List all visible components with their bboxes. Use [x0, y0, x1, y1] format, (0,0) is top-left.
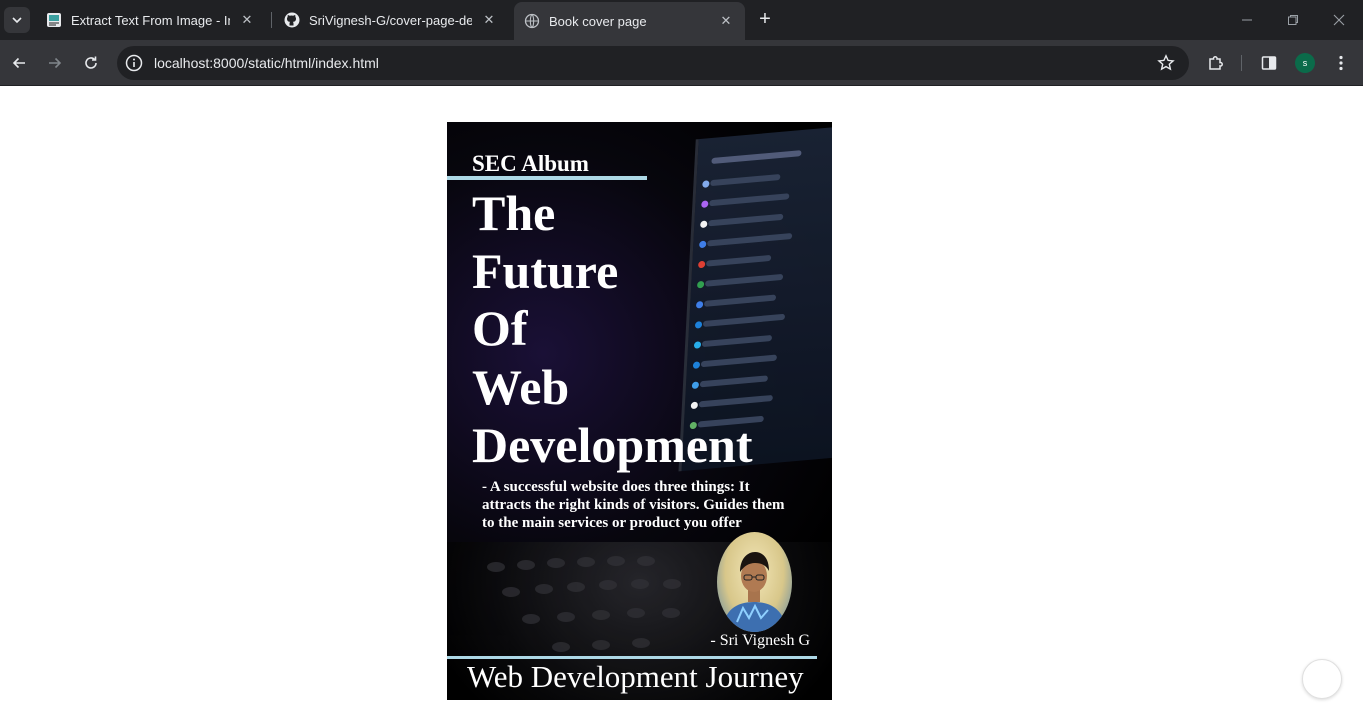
- tab-strip: Extract Text From Image - Image ✕ SriVig…: [0, 0, 1363, 40]
- tab-book-cover[interactable]: Book cover page ✕: [514, 2, 745, 40]
- back-arrow-icon: [12, 57, 25, 69]
- puzzle-icon: [1209, 56, 1223, 70]
- cover-title-line: The: [472, 185, 556, 241]
- tab-title: Extract Text From Image - Image: [71, 12, 230, 28]
- image-to-text-icon: [46, 12, 62, 28]
- tab-extract-text[interactable]: Extract Text From Image - Image ✕: [36, 0, 266, 40]
- restore-button[interactable]: [1270, 0, 1316, 40]
- minimize-button[interactable]: [1224, 0, 1270, 40]
- new-tab-button[interactable]: +: [753, 8, 777, 32]
- reload-icon: [85, 56, 97, 69]
- cover-footer-title: Web Development Journey: [467, 659, 804, 694]
- close-window-button[interactable]: [1316, 0, 1362, 40]
- tab-divider: [271, 12, 272, 28]
- close-icon[interactable]: ✕: [480, 11, 498, 29]
- forward-arrow-icon: [49, 57, 62, 69]
- side-panel-button[interactable]: [1258, 52, 1280, 74]
- cover-title-line: Web: [472, 359, 570, 415]
- quote-line: to the main services or product you offe…: [482, 515, 742, 531]
- minimize-icon: [1242, 19, 1252, 21]
- plus-icon: +: [759, 8, 771, 30]
- cover-title-line: Future: [472, 243, 619, 299]
- page-viewport: SEC Album The Future Of Web Development …: [0, 87, 1363, 720]
- more-vertical-icon: [1339, 55, 1343, 71]
- back-button[interactable]: [5, 49, 33, 77]
- restore-icon: [1288, 15, 1298, 25]
- floating-action-button[interactable]: [1302, 659, 1342, 699]
- cover-title-line: Development: [472, 417, 753, 473]
- album-underline: [447, 176, 647, 180]
- github-icon: [284, 12, 300, 28]
- cover-quote: - A successful website does three things…: [482, 478, 817, 532]
- close-icon[interactable]: ✕: [238, 11, 256, 29]
- forward-button[interactable]: [41, 49, 69, 77]
- album-label: SEC Album: [472, 151, 589, 176]
- person-portrait-icon: [722, 552, 787, 632]
- close-icon[interactable]: ✕: [717, 12, 735, 30]
- address-bar[interactable]: localhost:8000/static/html/index.html: [117, 46, 1189, 80]
- reload-button[interactable]: [77, 49, 105, 77]
- cover-title-line: Of: [472, 300, 528, 356]
- quote-line: - A successful website does three things…: [482, 479, 750, 495]
- author-name: - Sri Vignesh G: [710, 632, 810, 649]
- quote-line: attracts the right kinds of visitors. Gu…: [482, 497, 785, 513]
- site-info-icon[interactable]: [125, 54, 143, 72]
- tab-github[interactable]: SriVignesh-G/cover-page-design ✕: [274, 0, 508, 40]
- tab-search-button[interactable]: [4, 7, 30, 33]
- bookmark-star-icon[interactable]: [1157, 54, 1175, 72]
- browser-toolbar: localhost:8000/static/html/index.html: [0, 40, 1363, 86]
- menu-button[interactable]: [1330, 52, 1352, 74]
- side-panel-icon: [1261, 56, 1277, 70]
- toolbar-divider: [1241, 55, 1242, 71]
- close-icon: [1333, 14, 1345, 26]
- extensions-button[interactable]: [1205, 52, 1227, 74]
- globe-icon: [524, 13, 540, 29]
- tab-title: Book cover page: [549, 13, 647, 29]
- chevron-down-icon: [12, 17, 22, 24]
- url-text[interactable]: localhost:8000/static/html/index.html: [154, 46, 379, 80]
- book-cover: SEC Album The Future Of Web Development …: [447, 122, 832, 700]
- tab-title: SriVignesh-G/cover-page-design: [309, 12, 472, 28]
- author-photo: [717, 532, 792, 632]
- profile-avatar[interactable]: s: [1295, 53, 1315, 73]
